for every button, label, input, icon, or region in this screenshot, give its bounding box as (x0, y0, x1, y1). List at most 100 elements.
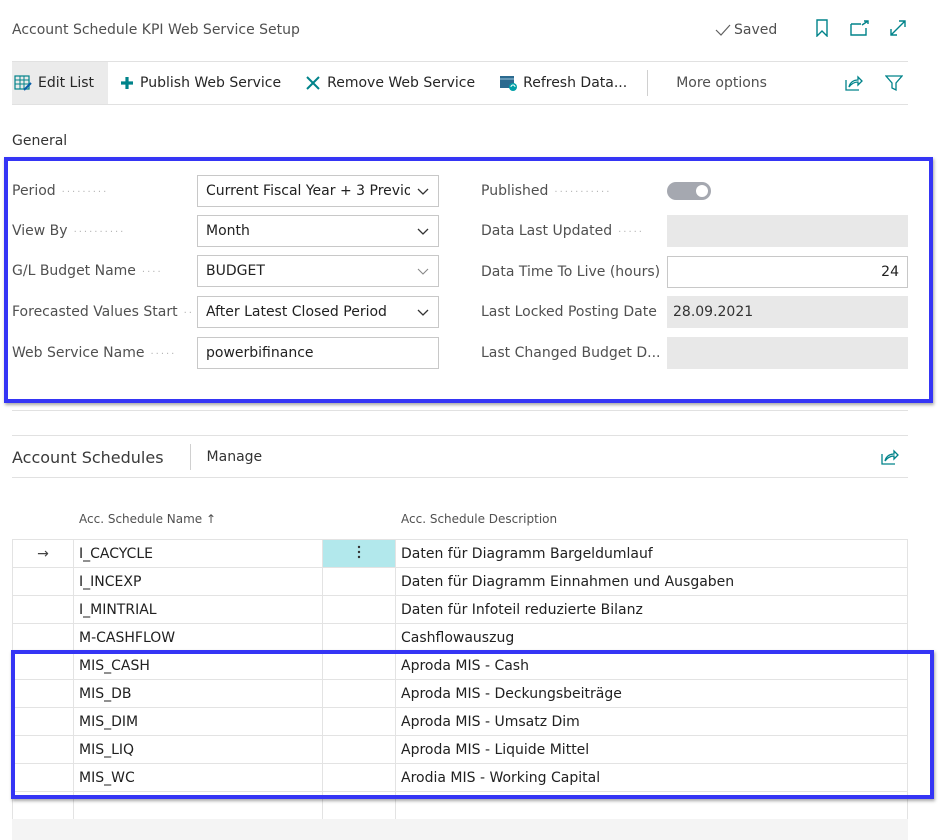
chevron-down-icon (417, 268, 429, 275)
row-menu-cell[interactable] (322, 735, 396, 764)
forecast-start-select[interactable]: After Latest Closed Period (197, 296, 439, 328)
cell-schedule-description[interactable]: Aproda MIS - Deckungsbeiträge (395, 679, 908, 708)
row-indicator (12, 595, 74, 624)
row-menu-cell[interactable] (322, 707, 396, 736)
column-header-description[interactable]: Acc. Schedule Description (401, 512, 557, 526)
cell-schedule-name[interactable]: I_CACYCLE (73, 539, 323, 568)
cell-schedule-description[interactable]: Aproda MIS - Umsatz Dim (395, 707, 908, 736)
bookmark-button[interactable] (812, 18, 832, 38)
cell-schedule-description[interactable]: Arodia MIS - Working Capital (395, 763, 908, 792)
ws-name-label: Web Service Name ····· (12, 345, 177, 361)
bookmark-icon (816, 19, 828, 37)
sort-ascending-icon: ↑ (206, 512, 217, 526)
share-button[interactable] (844, 73, 864, 93)
cell-schedule-description[interactable]: Daten für Diagramm Einnahmen und Ausgabe… (395, 567, 908, 596)
cell-schedule-name[interactable]: I_MINTRIAL (73, 595, 323, 624)
plus-icon (121, 77, 134, 89)
cell-schedule-description[interactable]: Aproda MIS - Liquide Mittel (395, 735, 908, 764)
table-row[interactable] (12, 791, 908, 820)
field-ttl: Data Time To Live (hours) (481, 256, 661, 288)
refresh-data-button[interactable]: Refresh Data... (487, 62, 639, 104)
open-new-window-button[interactable] (850, 18, 870, 38)
row-indicator (12, 763, 74, 792)
column-header-name[interactable]: Acc. Schedule Name ↑ (79, 512, 216, 526)
row-indicator (12, 791, 74, 820)
table-row[interactable]: → I_CACYCLE Daten für Diagramm Bargeldumla… (12, 539, 908, 568)
row-indicator (12, 623, 74, 652)
row-menu-cell[interactable] (322, 763, 396, 792)
divider (12, 410, 908, 411)
ttl-label: Data Time To Live (hours) (481, 264, 661, 280)
edit-list-icon (14, 75, 32, 91)
view-by-value: Month (206, 223, 250, 239)
table-row[interactable]: M-CASHFLOW Cashflowauszug (12, 623, 908, 652)
share-button[interactable] (880, 447, 900, 467)
forecast-start-label: Forecasted Values Start ·· (12, 304, 194, 320)
chevron-down-icon (417, 228, 429, 235)
remove-web-service-button[interactable]: Remove Web Service (293, 62, 487, 104)
table-row[interactable]: I_MINTRIAL Daten für Infoteil reduzierte … (12, 595, 908, 624)
edit-list-button[interactable]: Edit List (12, 62, 109, 104)
cell-schedule-description[interactable] (395, 791, 908, 820)
more-options-label: More options (676, 75, 767, 91)
last-changed-budget-label: Last Changed Budget D... (481, 345, 661, 361)
last-changed-budget-value (667, 337, 908, 369)
row-indicator (12, 651, 74, 680)
cell-schedule-name[interactable]: MIS_DB (73, 679, 323, 708)
more-options-button[interactable]: More options (664, 62, 779, 104)
cell-schedule-name[interactable]: MIS_DIM (73, 707, 323, 736)
row-menu-cell[interactable] (322, 679, 396, 708)
row-menu-cell[interactable] (322, 651, 396, 680)
row-menu-cell[interactable] (322, 791, 396, 820)
table-row[interactable]: I_INCEXP Daten für Diagramm Einnahmen und… (12, 567, 908, 596)
field-published: Published ··········· (481, 175, 661, 207)
saved-status: Saved (715, 22, 777, 38)
ttl-input[interactable]: 24 (667, 256, 908, 288)
row-indicator: → (12, 539, 74, 568)
share-icon (881, 449, 899, 465)
period-select[interactable]: Current Fiscal Year + 3 Previou (197, 175, 439, 207)
row-menu-cell[interactable] (322, 539, 396, 568)
cell-schedule-name[interactable]: M-CASHFLOW (73, 623, 323, 652)
view-by-select[interactable]: Month (197, 215, 439, 247)
part-separator (189, 444, 191, 470)
divider (12, 477, 908, 478)
chevron-down-icon (417, 188, 429, 195)
close-icon (306, 76, 320, 90)
cell-schedule-description[interactable]: Daten für Infoteil reduzierte Bilanz (395, 595, 908, 624)
last-locked-value: 28.09.2021 (667, 296, 908, 328)
cell-schedule-description[interactable]: Cashflowauszug (395, 623, 908, 652)
cell-schedule-name[interactable]: I_INCEXP (73, 567, 323, 596)
remove-label: Remove Web Service (327, 75, 476, 91)
cell-schedule-name[interactable]: MIS_CASH (73, 651, 323, 680)
row-menu-cell[interactable] (322, 623, 396, 652)
edit-list-label: Edit List (38, 75, 95, 91)
period-label: Period ········· (12, 183, 109, 199)
cell-schedule-description[interactable]: Aproda MIS - Cash (395, 651, 908, 680)
cell-schedule-name[interactable]: MIS_LIQ (73, 735, 323, 764)
row-indicator (12, 679, 74, 708)
share-icon (845, 75, 863, 91)
table-row[interactable]: MIS_CASH Aproda MIS - Cash (12, 651, 908, 680)
field-last-changed-budget: Last Changed Budget D... (481, 337, 661, 369)
budget-name-select[interactable]: BUDGET (197, 255, 439, 287)
table-row[interactable]: MIS_DB Aproda MIS - Deckungsbeiträge (12, 679, 908, 708)
filter-button[interactable] (884, 73, 904, 93)
table-row[interactable]: MIS_WC Arodia MIS - Working Capital (12, 763, 908, 792)
expand-button[interactable] (888, 18, 908, 38)
cell-schedule-description[interactable]: Daten für Diagramm Bargeldumlauf (395, 539, 908, 568)
row-menu-cell[interactable] (322, 595, 396, 624)
more-vertical-icon[interactable] (356, 544, 362, 560)
manage-button[interactable]: Manage (207, 449, 263, 465)
cell-schedule-name[interactable] (73, 791, 323, 820)
table-row[interactable]: MIS_DIM Aproda MIS - Umsatz Dim (12, 707, 908, 736)
cell-schedule-name[interactable]: MIS_WC (73, 763, 323, 792)
published-label: Published ··········· (481, 183, 612, 199)
publish-web-service-button[interactable]: Publish Web Service (108, 62, 293, 104)
view-by-label: View By ·········· (12, 223, 126, 239)
chevron-down-icon (417, 309, 429, 316)
table-row[interactable]: MIS_LIQ Aproda MIS - Liquide Mittel (12, 735, 908, 764)
published-toggle[interactable] (667, 182, 711, 200)
row-menu-cell[interactable] (322, 567, 396, 596)
ws-name-input[interactable]: powerbifinance (197, 337, 439, 369)
